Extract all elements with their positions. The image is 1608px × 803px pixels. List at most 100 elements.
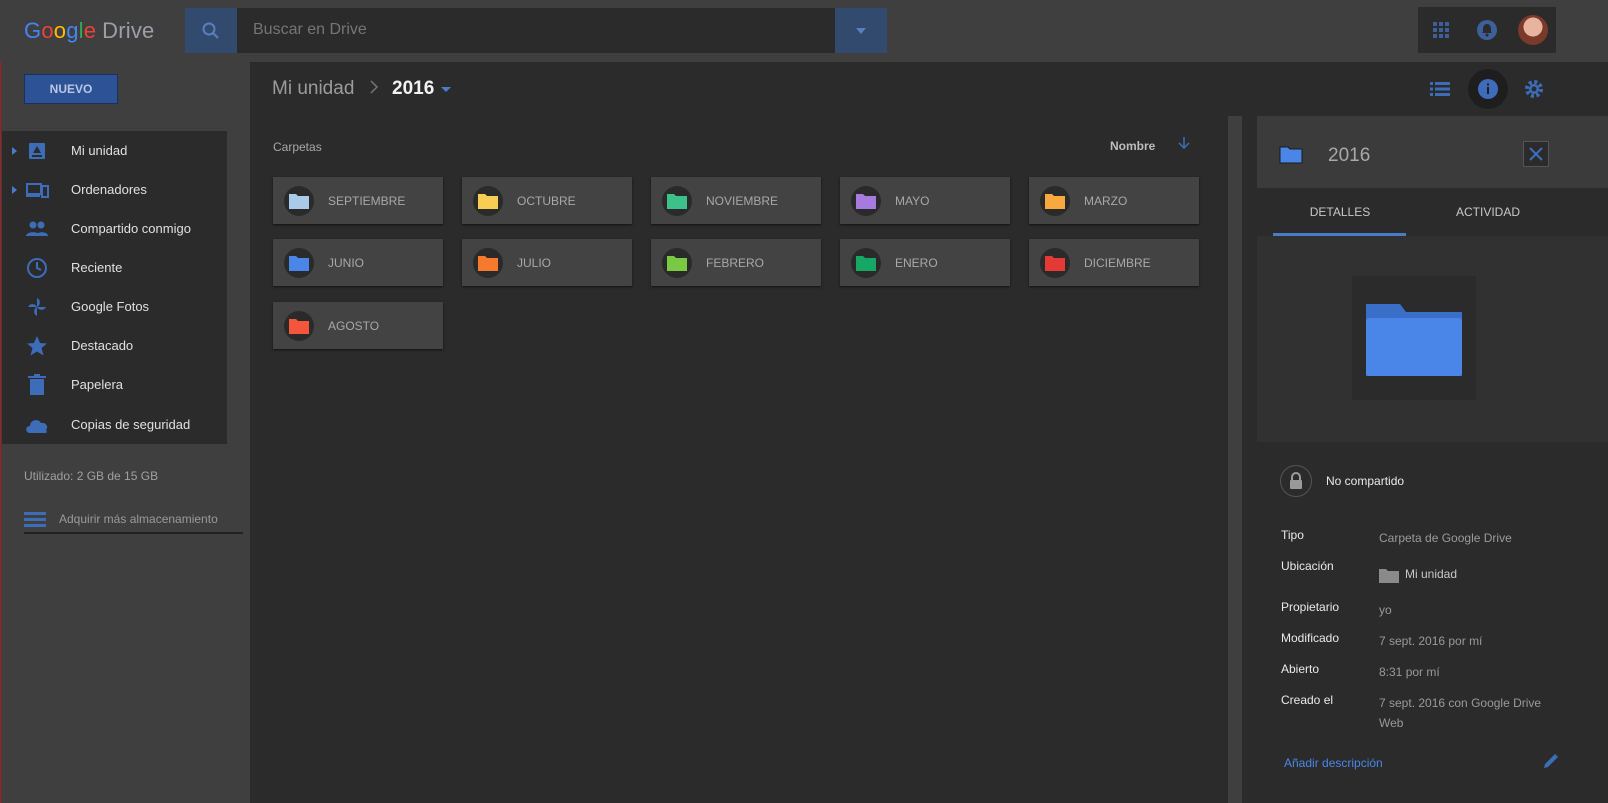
folder-icon [473,248,503,278]
folder-card[interactable]: JUNIO [273,239,443,286]
folder-card[interactable]: OCTUBRE [462,177,632,224]
property-key: Ubicación [1281,559,1334,573]
sidebar-item-compartido[interactable]: Compartido conmigo [2,209,227,248]
pencil-icon[interactable] [1542,752,1560,775]
folder-name: JULIO [517,256,552,270]
folder-name: OCTUBRE [517,194,576,208]
buy-storage-label: Adquirir más almacenamiento [59,512,218,526]
sidebar-item-copias[interactable]: Copias de seguridad [2,405,227,444]
search-input[interactable] [253,21,813,39]
sidebar-item-label: Ordenadores [71,182,147,197]
storage-icon [24,511,46,534]
bell-icon[interactable] [1476,19,1498,41]
sidebar-item-label: Papelera [71,377,124,392]
new-button[interactable]: NUEVO [24,74,118,104]
sidebar-item-ordenadores[interactable]: Ordenadores [2,170,227,209]
sidebar-item-label: Compartido conmigo [71,221,191,236]
add-description-link[interactable]: Añadir descripción [1284,756,1383,770]
panel-divider [1228,116,1242,803]
window-edge [0,62,1,803]
folder-name: JUNIO [328,256,364,270]
trash-icon [24,372,50,398]
chevron-down-icon[interactable] [835,8,887,53]
sidebar-item-label: Reciente [71,260,123,275]
folder-preview [1352,276,1476,400]
folder-card[interactable]: JULIO [462,239,632,286]
folder-card[interactable]: DICIEMBRE [1029,239,1199,286]
storage-usage: Utilizado: 2 GB de 15 GB [24,469,159,483]
clock-icon [24,255,50,281]
cloud-icon [24,412,50,438]
expand-arrow-icon[interactable] [12,146,17,155]
info-icon[interactable] [1468,69,1508,109]
sidebar-item-label: Destacado [71,338,134,353]
search-bar [185,8,887,53]
folder-icon [662,186,692,216]
google-drive-logo[interactable]: Google Drive [24,18,155,44]
sidebar-item-papelera[interactable]: Papelera [2,365,227,404]
folder-card[interactable]: FEBRERO [651,239,821,286]
property-key: Propietario [1281,600,1340,614]
chevron-down-icon[interactable] [441,87,451,92]
sidebar-item-label: Mi unidad [71,143,128,158]
logo-product: Drive [102,18,155,43]
logo-letter: G [24,18,42,43]
sharing-label: No compartido [1326,474,1405,488]
logo-letter: o [53,18,67,43]
property-key: Abierto [1281,662,1320,676]
sidebar-item-destacado[interactable]: Destacado [2,326,227,365]
logo-letter: e [83,18,97,43]
breadcrumb-current[interactable]: 2016 [392,78,434,100]
folder-name: SEPTIEMBRE [328,194,406,208]
close-icon[interactable] [1523,141,1549,167]
tab-actividad[interactable]: ACTIVIDAD [1414,188,1562,236]
top-bar: Google Drive [0,0,1608,62]
expand-arrow-icon[interactable] [12,185,17,194]
star-icon [24,333,50,359]
folder-card[interactable]: AGOSTO [273,302,443,349]
sidebar-item-reciente[interactable]: Reciente [2,248,227,287]
folder-icon [284,248,314,278]
property-key: Creado el [1281,693,1334,707]
folder-icon [851,248,881,278]
property-key: Tipo [1281,528,1304,542]
search-icon[interactable] [185,8,237,53]
sidebar-item-google-fotos[interactable]: Google Fotos [2,287,227,326]
breadcrumb-parent[interactable]: Mi unidad [272,78,354,100]
details-header: 2016 [1257,116,1608,188]
details-tabs: DETALLES ACTIVIDAD [1266,188,1562,236]
folder-icon [284,311,314,341]
apps-icon[interactable] [1432,21,1450,39]
tab-detalles[interactable]: DETALLES [1266,188,1414,236]
lock-icon [1280,465,1312,497]
property-value: Carpeta de Google Drive [1379,531,1512,545]
avatar[interactable] [1518,15,1548,45]
folder-card[interactable]: ENERO [840,239,1010,286]
list-view-icon[interactable] [1426,75,1454,103]
folder-icon [851,186,881,216]
folder-card[interactable]: NOVIEMBRE [651,177,821,224]
folder-card[interactable]: MARZO [1029,177,1199,224]
arrow-down-icon[interactable] [1178,136,1190,155]
folder-name: MARZO [1084,194,1128,208]
content-header: Mi unidad 2016 [250,62,1608,116]
details-panel: 2016 DETALLES ACTIVIDAD No compartido Ti… [1242,116,1608,803]
sort-label[interactable]: Nombre [1110,139,1155,153]
folder-card[interactable]: MAYO [840,177,1010,224]
account-tools [1418,7,1556,53]
folder-icon [1366,304,1462,376]
people-icon [24,216,50,242]
property-value: yo [1379,603,1392,617]
location-link[interactable]: Mi unidad [1379,564,1559,584]
sidebar-item-label: Google Fotos [71,299,150,314]
left-sidebar: NUEVO Mi unidad Ordenadores Compartido c… [0,62,250,803]
devices-icon [24,177,50,203]
logo-letter: o [41,18,54,43]
logo-letter: g [66,18,79,43]
folder-icon [1379,568,1399,583]
buy-storage-link[interactable]: Adquirir más almacenamiento [24,510,243,534]
sidebar-item-mi-unidad[interactable]: Mi unidad [2,131,227,170]
folder-card[interactable]: SEPTIEMBRE [273,177,443,224]
gear-icon[interactable] [1520,75,1548,103]
folder-name: MAYO [895,194,930,208]
